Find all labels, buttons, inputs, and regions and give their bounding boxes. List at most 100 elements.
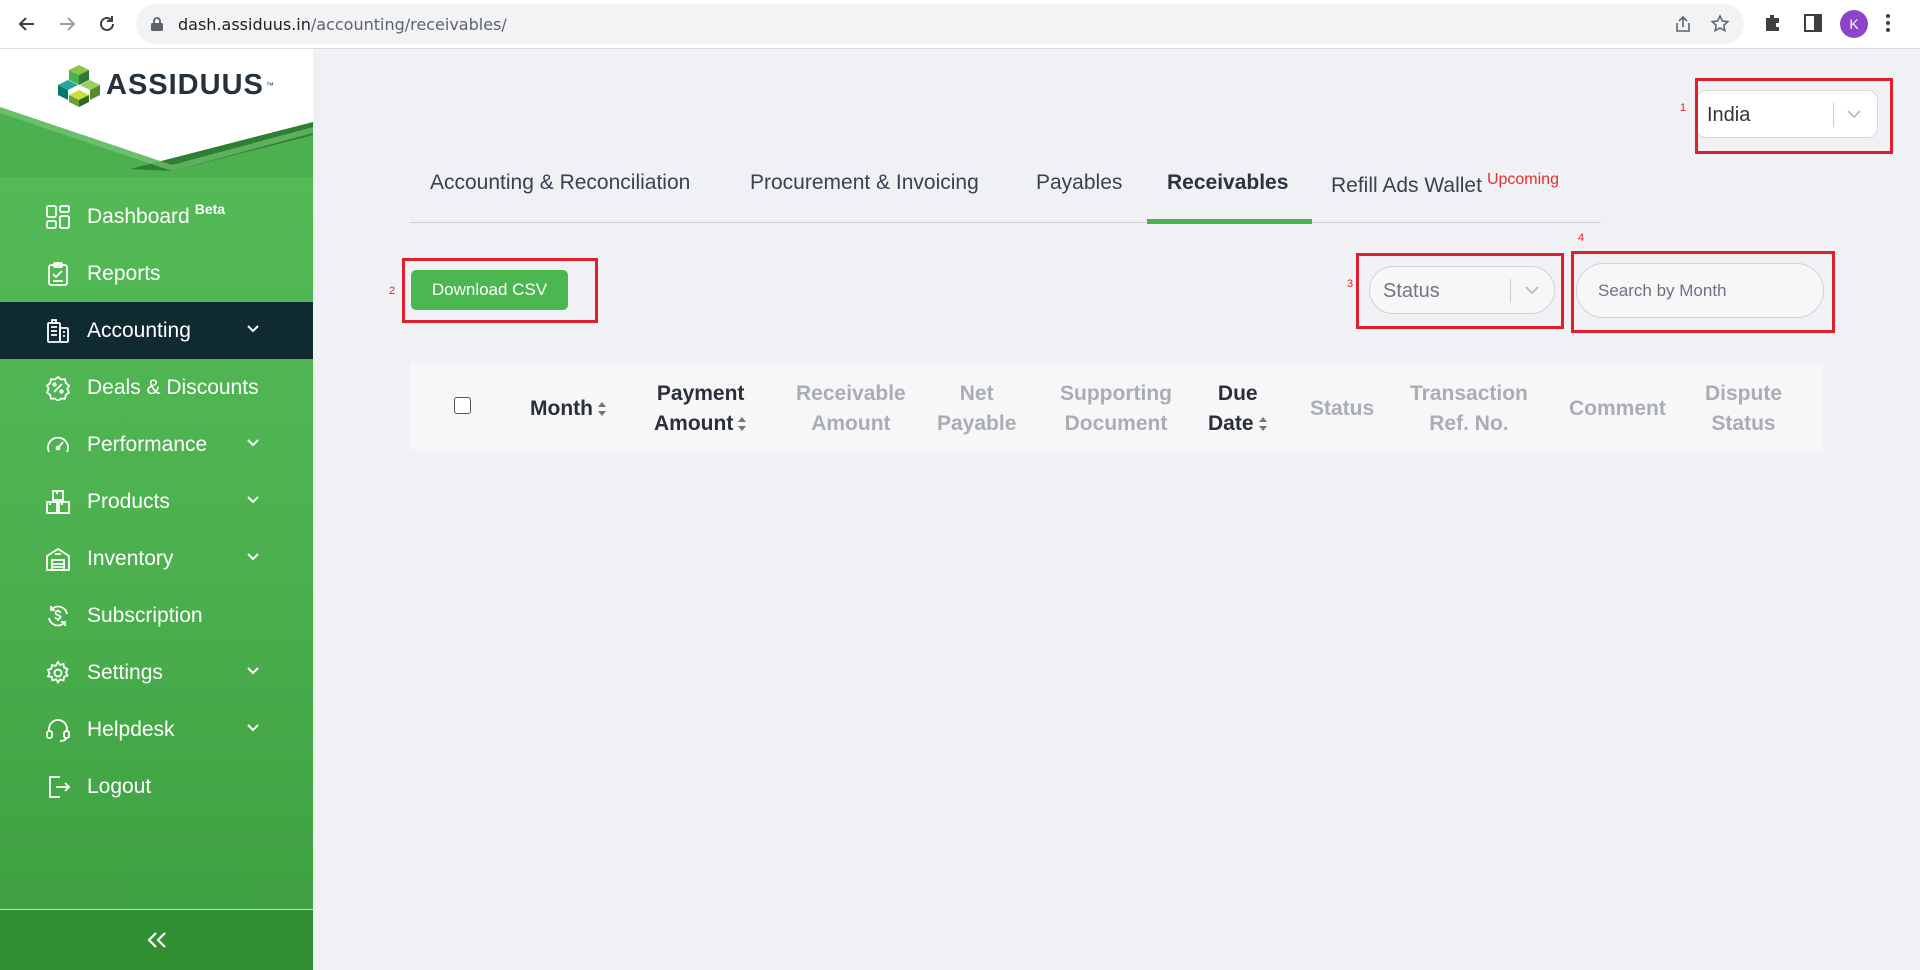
country-select[interactable]: India — [1696, 90, 1878, 138]
share-icon[interactable] — [1674, 15, 1692, 33]
select-separator — [1833, 103, 1834, 127]
sidebar-item-label: Dashboard — [87, 204, 190, 228]
column-label: Amount — [811, 412, 891, 435]
dollar-refresh-icon — [44, 602, 72, 630]
chevron-down-icon — [247, 439, 259, 447]
column-transaction-ref: Transaction Ref. No. — [1410, 379, 1528, 439]
browser-toolbar: dash.assiduus.in/accounting/receivables/… — [0, 0, 1920, 49]
status-filter-select[interactable]: Status — [1369, 266, 1555, 314]
column-label: Receivable — [796, 382, 906, 405]
sidebar-item-label: Helpdesk — [87, 717, 175, 741]
lock-icon — [151, 17, 163, 31]
column-label: Transaction — [1410, 382, 1528, 405]
chevron-down-icon — [247, 667, 259, 675]
double-chevron-left-icon — [146, 932, 166, 948]
brand-name: ASSIDUUS — [106, 68, 264, 101]
percent-badge-icon — [44, 374, 72, 402]
boxes-icon — [44, 488, 72, 516]
bookmark-star-icon[interactable] — [1710, 14, 1730, 34]
sort-icon — [597, 402, 606, 417]
sidebar-item-performance[interactable]: Performance — [0, 416, 313, 473]
forward-button[interactable] — [54, 11, 80, 37]
sidebar-item-reports[interactable]: Reports — [0, 245, 313, 302]
column-due-date[interactable]: Due Date — [1208, 379, 1268, 439]
sort-icon — [738, 417, 747, 432]
sidebar-item-subscription[interactable]: Subscription — [0, 587, 313, 644]
tab-bar: Accounting & Reconciliation Procurement … — [410, 157, 1601, 224]
url-host: dash.assiduus.in — [178, 15, 311, 34]
chevron-down-icon — [1847, 110, 1861, 119]
sidebar-item-logout[interactable]: Logout — [0, 758, 313, 815]
ledger-building-icon — [44, 317, 72, 345]
logo-wave-decoration — [0, 107, 313, 177]
receivables-table-header: Month Payment Amount Receivable Amount N… — [410, 363, 1823, 451]
annotation-number-3: 3 — [1347, 278, 1354, 290]
sidebar-item-label: Logout — [87, 774, 152, 798]
column-label: Document — [1064, 412, 1168, 435]
back-button[interactable] — [14, 11, 40, 37]
profile-avatar[interactable]: K — [1840, 10, 1868, 38]
sort-icon — [1258, 417, 1267, 432]
collapse-sidebar-button[interactable] — [0, 909, 313, 970]
clipboard-report-icon — [44, 260, 72, 288]
search-by-month-input[interactable] — [1576, 263, 1824, 318]
select-all-checkbox[interactable] — [454, 397, 471, 414]
chevron-down-icon — [247, 724, 259, 732]
column-label: Amount — [654, 412, 734, 435]
logout-icon — [44, 773, 72, 801]
side-panel-icon[interactable] — [1802, 12, 1824, 34]
gear-icon — [44, 659, 72, 687]
sidebar-item-helpdesk[interactable]: Helpdesk — [0, 701, 313, 758]
chevron-down-icon — [247, 325, 259, 333]
column-label: Ref. No. — [1429, 412, 1509, 435]
tab-receivables[interactable]: Receivables — [1167, 171, 1288, 195]
logo-area: ASSIDUUS ™ — [0, 49, 313, 177]
tab-label: Refill Ads Wallet — [1331, 174, 1482, 197]
tab-accounting-reconciliation[interactable]: Accounting & Reconciliation — [430, 171, 690, 195]
chevron-down-icon — [247, 496, 259, 504]
sidebar-item-label: Inventory — [87, 546, 174, 570]
sidebar-item-label: Deals & Discounts — [87, 375, 259, 399]
sidebar-item-label: Subscription — [87, 603, 203, 627]
brand-trademark: ™ — [265, 80, 274, 90]
column-net-payable: Net Payable — [937, 379, 1016, 439]
column-dispute-status: Dispute Status — [1705, 379, 1782, 439]
active-tab-indicator — [1147, 219, 1312, 224]
extensions-puzzle-icon[interactable] — [1762, 12, 1784, 34]
download-csv-button[interactable]: Download CSV — [411, 270, 568, 310]
sidebar-item-deals-discounts[interactable]: Deals & Discounts — [0, 359, 313, 416]
sidebar-item-inventory[interactable]: Inventory — [0, 530, 313, 587]
column-payment-amount[interactable]: Payment Amount — [654, 379, 747, 439]
sidebar: ASSIDUUS ™ Dashboard Beta Reports Accounti… — [0, 49, 313, 970]
brand-logo[interactable]: ASSIDUUS ™ — [58, 63, 274, 107]
address-bar[interactable]: dash.assiduus.in/accounting/receivables/ — [136, 4, 1744, 44]
chevron-down-icon — [247, 553, 259, 561]
tab-refill-ads-wallet[interactable]: Refill Ads Wallet Upcoming — [1331, 171, 1559, 198]
reload-icon — [100, 16, 114, 31]
column-label: Status — [1310, 397, 1375, 420]
sidebar-item-settings[interactable]: Settings — [0, 644, 313, 701]
sidebar-item-products[interactable]: Products — [0, 473, 313, 530]
kebab-menu-icon[interactable] — [1884, 12, 1892, 34]
sidebar-item-label: Settings — [87, 660, 163, 684]
tab-payables[interactable]: Payables — [1036, 171, 1122, 195]
column-status: Status — [1310, 394, 1374, 424]
sidebar-item-label: Performance — [87, 432, 208, 456]
sidebar-item-dashboard[interactable]: Dashboard Beta — [0, 188, 313, 245]
dashboard-grid-icon — [44, 203, 72, 231]
column-label: Date — [1208, 412, 1254, 435]
annotation-number-2: 2 — [389, 285, 396, 297]
column-label: Month — [530, 397, 593, 420]
column-supporting-document: Supporting Document — [1060, 379, 1172, 439]
cube-cluster-logo-icon — [58, 65, 100, 107]
column-month[interactable]: Month — [530, 394, 607, 424]
country-select-value: India — [1707, 104, 1751, 126]
arrow-right-icon — [60, 17, 76, 31]
column-label: Due — [1217, 382, 1258, 405]
sidebar-item-accounting[interactable]: Accounting — [0, 302, 313, 359]
tab-procurement-invoicing[interactable]: Procurement & Invoicing — [750, 171, 979, 195]
upcoming-badge: Upcoming — [1486, 171, 1559, 188]
url-text: dash.assiduus.in/accounting/receivables/ — [178, 15, 507, 34]
sidebar-nav: Dashboard Beta Reports Accounting Deals &… — [0, 188, 313, 815]
reload-button[interactable] — [94, 11, 120, 37]
